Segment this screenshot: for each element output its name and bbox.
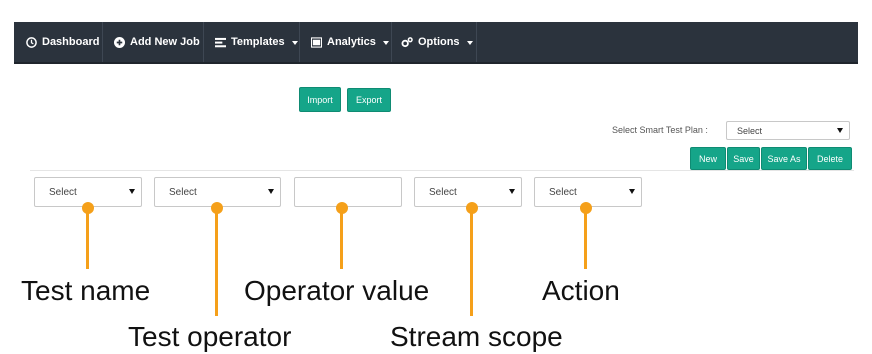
operator-value-input[interactable] — [294, 177, 402, 207]
annotation-operator-value: Operator value — [244, 275, 430, 306]
nav-divider — [102, 22, 103, 62]
save-button[interactable]: Save — [727, 147, 760, 170]
nav-analytics[interactable]: Analytics — [311, 22, 389, 62]
smart-test-plan-select[interactable]: Select — [726, 121, 850, 140]
smart-test-plan-label: Select Smart Test Plan : — [612, 125, 708, 135]
gears-icon — [401, 36, 413, 48]
nav-options-label: Options — [418, 36, 460, 48]
annotation-action: Action — [542, 275, 620, 306]
test-operator-value: Select — [169, 186, 197, 198]
delete-button[interactable]: Delete — [808, 147, 852, 170]
annotation-test-operator: Test operator — [128, 321, 292, 352]
dropdown-arrow-icon — [129, 189, 135, 194]
nav-dashboard-label: Dashboard — [42, 36, 100, 48]
nav-divider — [391, 22, 392, 62]
annotation-test-name: Test name — [21, 275, 151, 306]
top-navbar: Dashboard Add New Job Templates Analytic… — [14, 22, 858, 64]
chart-icon — [311, 36, 322, 48]
stream-scope-value: Select — [429, 186, 457, 198]
dropdown-arrow-icon — [837, 127, 843, 133]
test-name-value: Select — [49, 186, 77, 198]
clock-icon — [26, 36, 37, 48]
annotation-dot-stream-scope — [466, 202, 478, 214]
annotation-leader-test-name — [86, 208, 89, 269]
nav-templates[interactable]: Templates — [215, 22, 298, 62]
nav-templates-label: Templates — [231, 36, 285, 48]
chevron-down-icon — [382, 41, 389, 45]
plus-circle-icon — [114, 36, 125, 48]
new-button[interactable]: New — [690, 147, 726, 170]
annotation-leader-operator-value — [340, 208, 343, 269]
chevron-down-icon — [466, 41, 473, 45]
nav-divider — [476, 22, 477, 62]
nav-analytics-label: Analytics — [327, 36, 376, 48]
annotation-dot-operator-value — [336, 202, 348, 214]
smart-test-plan-value: Select — [737, 125, 763, 136]
dropdown-arrow-icon — [629, 189, 635, 194]
annotation-dot-action — [580, 202, 592, 214]
save-as-button[interactable]: Save As — [761, 147, 807, 170]
export-button[interactable]: Export — [347, 88, 391, 112]
nav-add-new-job-label: Add New Job — [130, 36, 200, 48]
nav-options[interactable]: Options — [401, 22, 473, 62]
nav-dashboard[interactable]: Dashboard — [26, 22, 99, 62]
nav-divider — [299, 22, 300, 62]
annotation-leader-action — [584, 208, 587, 269]
import-button[interactable]: Import — [299, 87, 341, 112]
annotation-dot-test-name — [82, 202, 94, 214]
annotation-stream-scope: Stream scope — [390, 321, 563, 352]
annotation-dot-test-operator — [211, 202, 223, 214]
annotation-leader-stream-scope — [470, 208, 473, 316]
nav-divider — [203, 22, 204, 62]
annotation-leader-test-operator — [215, 208, 218, 316]
chevron-down-icon — [291, 41, 298, 45]
nav-add-new-job[interactable]: Add New Job — [114, 22, 200, 62]
template-icon — [215, 37, 226, 48]
dropdown-arrow-icon — [268, 189, 274, 194]
dropdown-arrow-icon — [509, 189, 515, 194]
action-value: Select — [549, 186, 577, 198]
divider — [30, 170, 854, 171]
